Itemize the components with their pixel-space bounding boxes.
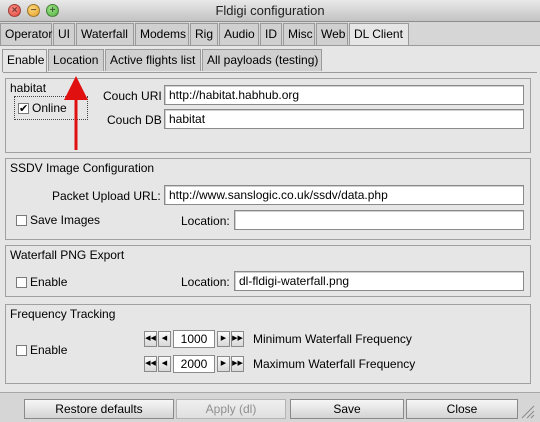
waterfall-png-enable-check-box: [16, 276, 27, 288]
max-frequency-value[interactable]: 2000: [173, 355, 215, 373]
close-button[interactable]: Close: [406, 399, 518, 419]
restore-defaults-button[interactable]: Restore defaults: [24, 399, 174, 419]
save-button[interactable]: Save: [290, 399, 404, 419]
increment-icon[interactable]: ▶: [217, 356, 230, 372]
waterfall-png-location-label: Location:: [181, 275, 230, 289]
frequency-tracking-enable-label: Enable: [30, 343, 68, 357]
increment-icon[interactable]: ▶: [217, 331, 230, 347]
apply-button[interactable]: Apply (dl): [176, 399, 286, 419]
packet-upload-url-input[interactable]: http://www.sanslogic.co.uk/ssdv/data.php: [164, 185, 524, 205]
tab-modems[interactable]: Modems: [135, 23, 189, 45]
tab-audio[interactable]: Audio: [219, 23, 259, 45]
couch-uri-input[interactable]: http://habitat.habhub.org: [164, 85, 524, 105]
tab-web[interactable]: Web: [316, 23, 348, 45]
save-images-check-box: [16, 214, 27, 226]
min-frequency-value[interactable]: 1000: [173, 330, 215, 348]
button-bar: Restore defaults Apply (dl) Save Close: [0, 392, 540, 422]
couch-db-label: Couch DB: [107, 113, 162, 127]
habitat-group: habitat ✔ Online Couch URI http://habita…: [5, 78, 531, 153]
main-tab-bar: Operator UI Waterfall Modems Rig Audio I…: [0, 23, 410, 46]
tab-waterfall[interactable]: Waterfall: [76, 23, 134, 45]
waterfall-png-enable-label: Enable: [30, 275, 68, 289]
frequency-tracking-group: Frequency Tracking Enable ◀◀ ◀ 1000 ▶ ▶▶…: [5, 304, 531, 384]
tab-active-flights-list[interactable]: Active flights list: [105, 49, 201, 71]
resize-grip-icon[interactable]: [518, 405, 536, 419]
tab-id[interactable]: ID: [260, 23, 282, 45]
ssdv-group-title: SSDV Image Configuration: [10, 161, 155, 175]
tab-operator[interactable]: Operator: [0, 23, 52, 45]
max-frequency-label: Maximum Waterfall Frequency: [253, 357, 416, 371]
tab-ui[interactable]: UI: [53, 23, 75, 45]
title-bar: × − + Fldigi configuration: [0, 0, 540, 22]
tab-all-payloads[interactable]: All payloads (testing): [202, 49, 322, 71]
frequency-tracking-enable-check-box: [16, 344, 27, 356]
fast-increment-icon[interactable]: ▶▶: [231, 356, 244, 372]
decrement-icon[interactable]: ◀: [158, 356, 171, 372]
save-images-label: Save Images: [30, 213, 101, 227]
tab-dl-client[interactable]: DL Client: [349, 23, 409, 46]
tab-misc[interactable]: Misc: [283, 23, 315, 45]
tab-rig[interactable]: Rig: [190, 23, 218, 45]
couch-db-input[interactable]: habitat: [164, 109, 524, 129]
ssdv-location-input[interactable]: [234, 210, 524, 230]
online-label: Online: [32, 101, 67, 115]
max-frequency-stepper[interactable]: ◀◀ ◀ 2000 ▶ ▶▶: [144, 355, 245, 373]
ssdv-group: SSDV Image Configuration Packet Upload U…: [5, 158, 531, 240]
waterfall-png-group-title: Waterfall PNG Export: [10, 248, 125, 262]
waterfall-png-group: Waterfall PNG Export Enable Location: dl…: [5, 245, 531, 297]
min-frequency-stepper[interactable]: ◀◀ ◀ 1000 ▶ ▶▶: [144, 330, 245, 348]
waterfall-png-enable-checkbox[interactable]: Enable: [16, 275, 67, 289]
packet-upload-url-label: Packet Upload URL:: [52, 189, 161, 203]
tab-location[interactable]: Location: [48, 49, 104, 71]
ssdv-location-label: Location:: [181, 214, 230, 228]
sub-tab-bar: Enable Location Active flights list All …: [2, 49, 323, 72]
fast-increment-icon[interactable]: ▶▶: [231, 331, 244, 347]
min-frequency-label: Minimum Waterfall Frequency: [253, 332, 412, 346]
window-title: Fldigi configuration: [215, 3, 325, 18]
save-images-checkbox[interactable]: Save Images: [16, 213, 100, 227]
fast-decrement-icon[interactable]: ◀◀: [144, 356, 157, 372]
online-check-icon: ✔: [18, 102, 29, 115]
fast-decrement-icon[interactable]: ◀◀: [144, 331, 157, 347]
tab-enable[interactable]: Enable: [2, 49, 47, 72]
frequency-tracking-enable-checkbox[interactable]: Enable: [16, 343, 67, 357]
waterfall-png-location-input[interactable]: dl-fldigi-waterfall.png: [234, 271, 524, 291]
frequency-tracking-group-title: Frequency Tracking: [10, 307, 116, 321]
decrement-icon[interactable]: ◀: [158, 331, 171, 347]
online-checkbox[interactable]: ✔ Online: [18, 101, 67, 115]
habitat-group-title: habitat: [10, 81, 47, 95]
couch-uri-label: Couch URI: [103, 89, 162, 103]
